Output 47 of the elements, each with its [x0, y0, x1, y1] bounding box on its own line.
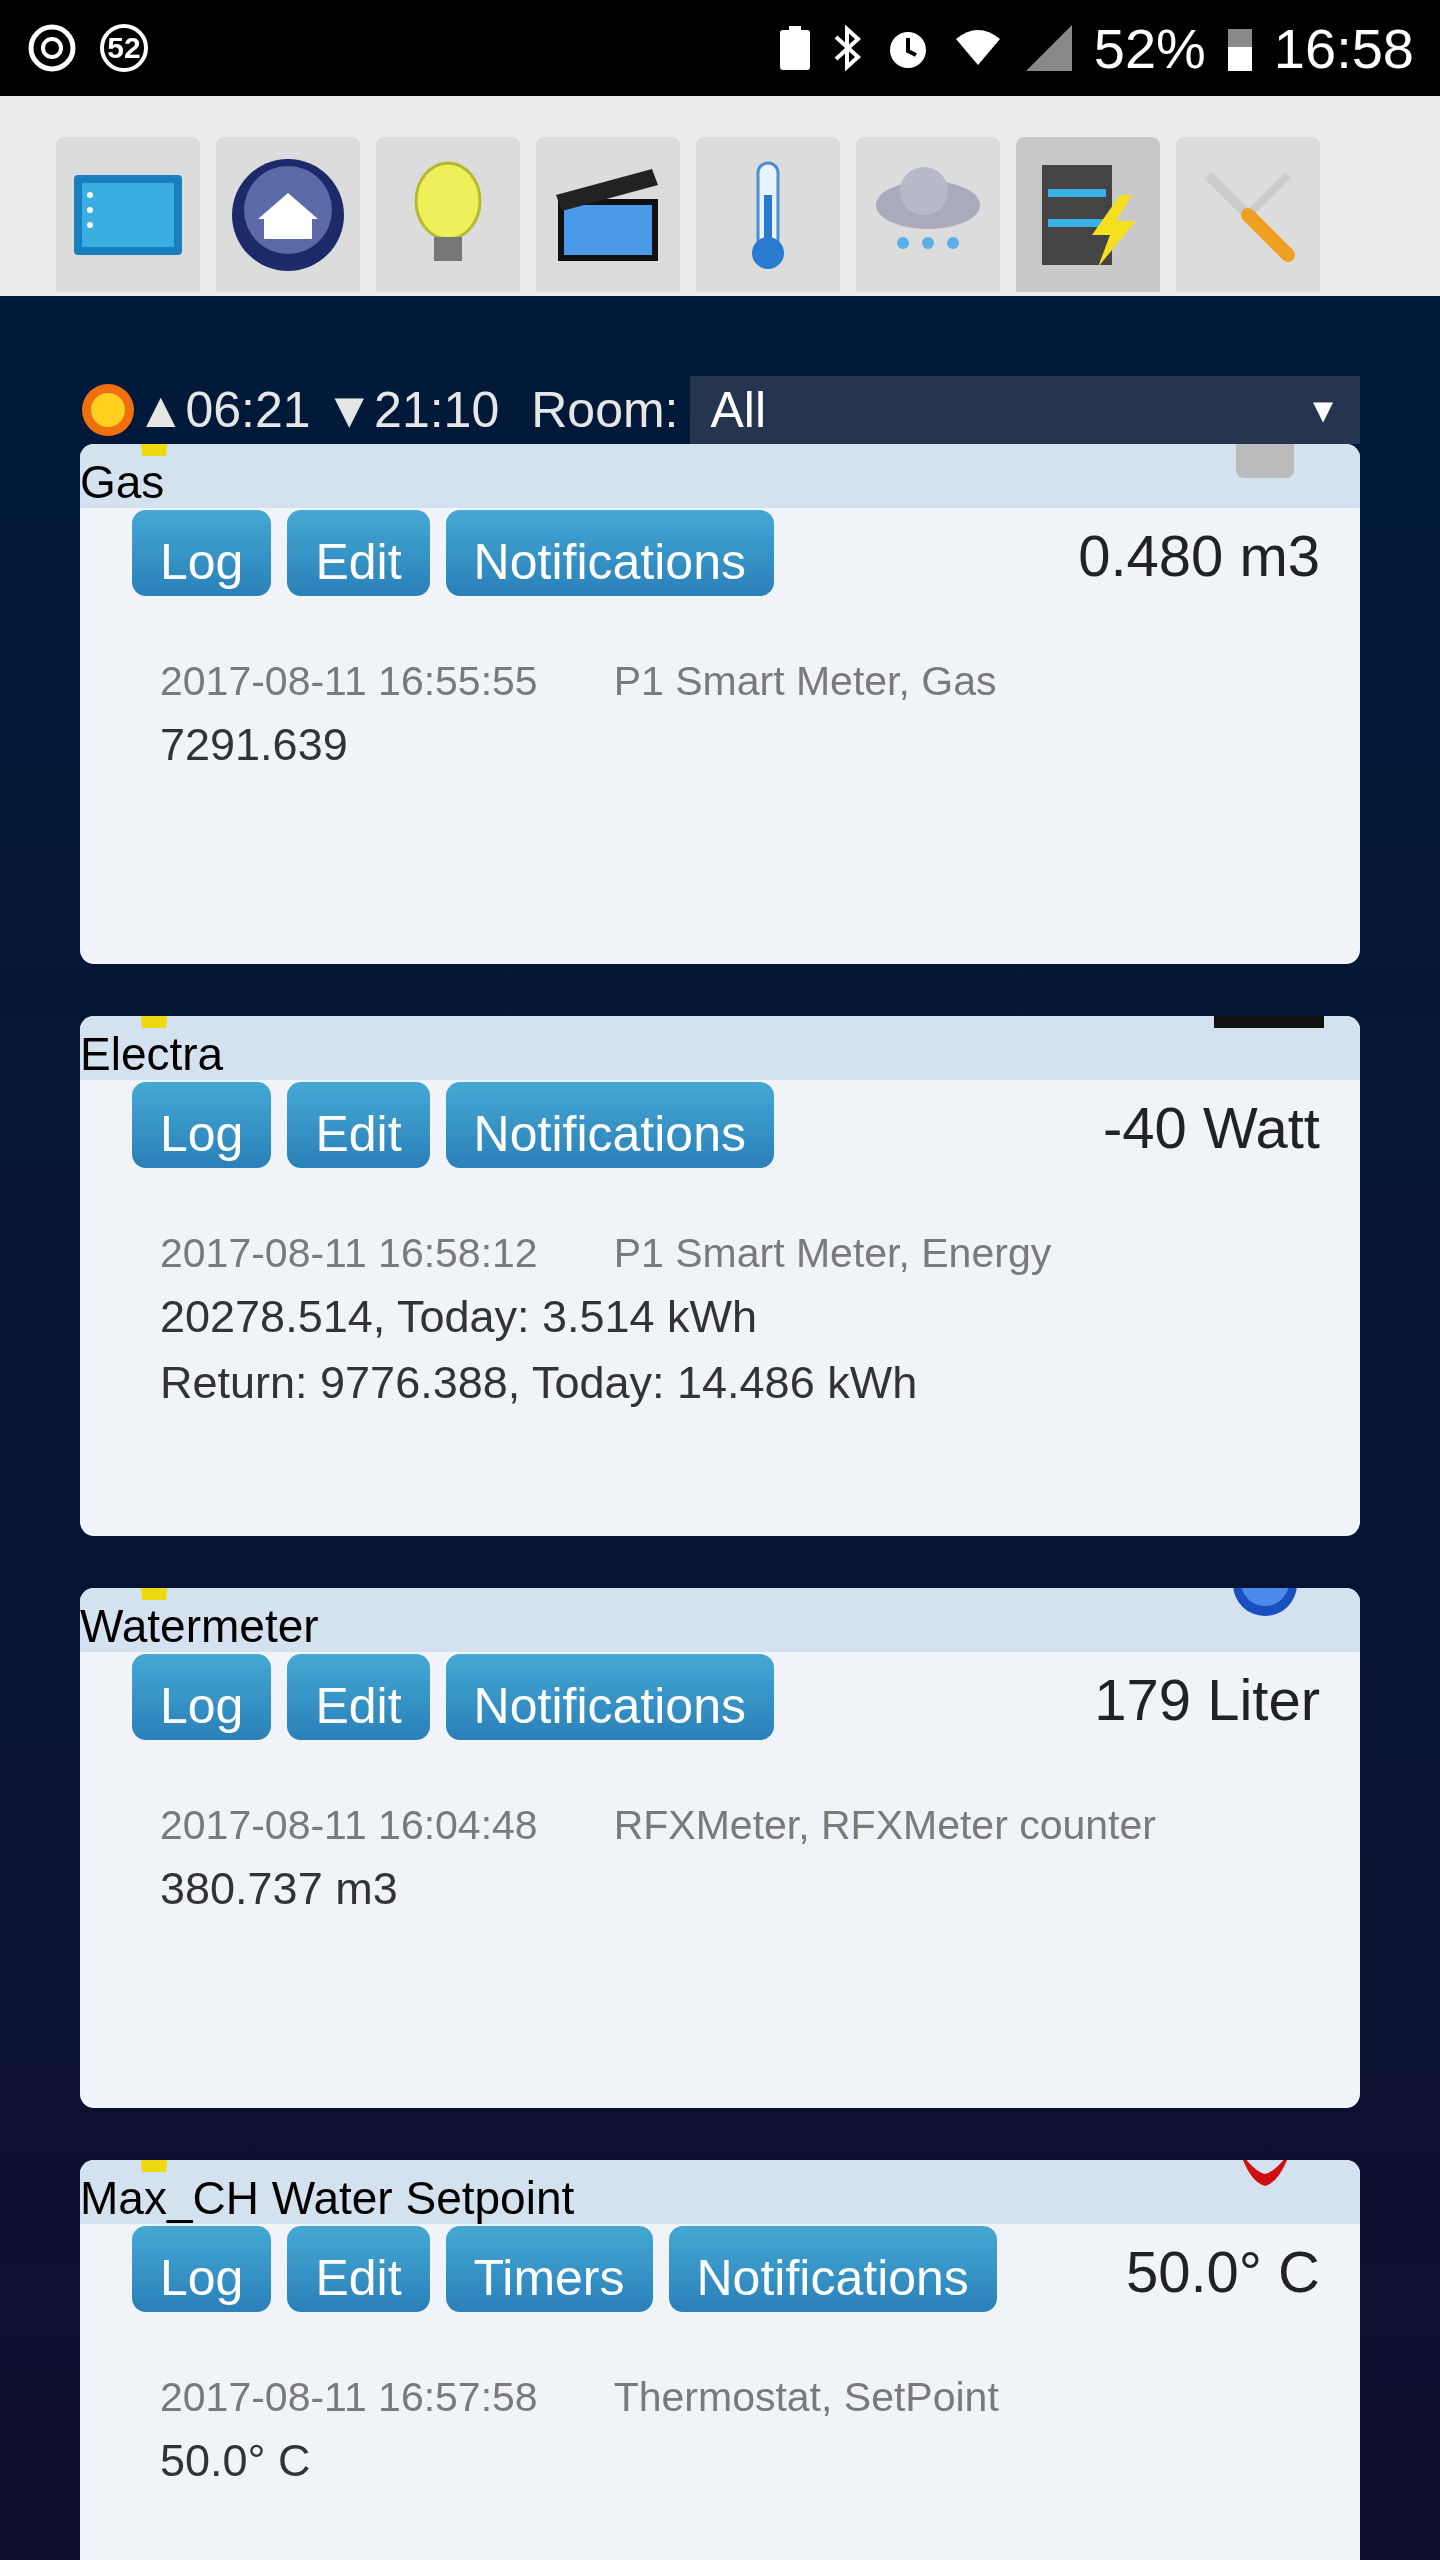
device-name: Max_CH Water Setpoint: [80, 2174, 575, 2222]
device-data: 7291.639: [159, 718, 349, 771]
last-update: 2017-08-11 16:57:58: [160, 2374, 538, 2421]
nav-tab[interactable]: [1016, 137, 1160, 292]
action-button[interactable]: Edit: [287, 510, 430, 596]
device-name: Electra: [80, 1030, 224, 1078]
nav-tab[interactable]: [536, 137, 680, 292]
last-update: 2017-08-11 16:55:55: [160, 658, 538, 705]
sunset-time: ▼21:10: [324, 381, 500, 439]
device-type: Thermostat, SetPoint: [613, 2374, 999, 2421]
device-data: 50.0° C: [159, 2434, 312, 2487]
sunrise-time: ▲06:21: [136, 381, 311, 439]
nav-tab[interactable]: [216, 137, 360, 292]
device-data: Return: 9776.388, Today: 14.486 kWh: [159, 1356, 919, 1409]
sync-icon: [26, 22, 78, 74]
clock: 16:58: [1273, 15, 1414, 81]
action-button[interactable]: Notifications: [445, 1654, 774, 1740]
last-update: 2017-08-11 16:58:12: [160, 1230, 538, 1277]
action-button[interactable]: Log: [132, 1082, 272, 1168]
device-type: P1 Smart Meter, Gas: [613, 658, 997, 705]
action-button[interactable]: Notifications: [445, 1082, 774, 1168]
device-name: Watermeter: [80, 1602, 319, 1650]
action-button[interactable]: Log: [132, 1654, 272, 1740]
device-value: 50.0° C: [1125, 2238, 1320, 2305]
device-data: 380.737 m3: [159, 1862, 399, 1915]
device-type: RFXMeter, RFXMeter counter: [613, 1802, 1156, 1849]
room-select[interactable]: All ▼: [690, 376, 1360, 444]
battery-saver-icon: [779, 26, 810, 70]
action-button[interactable]: Edit: [287, 2226, 430, 2312]
action-button[interactable]: Notifications: [668, 2226, 997, 2312]
device-value: 179 Liter: [1094, 1666, 1320, 1733]
device-value: -40 Watt: [1102, 1094, 1320, 1161]
device-type: P1 Smart Meter, Energy: [613, 1230, 1052, 1277]
device-name: Gas: [80, 458, 165, 506]
room-label: Room:: [531, 381, 679, 439]
battery-percent: 52%: [1093, 15, 1206, 81]
action-button[interactable]: Edit: [287, 1654, 430, 1740]
action-button[interactable]: Log: [132, 510, 272, 596]
action-button[interactable]: Notifications: [445, 510, 774, 596]
device-value: 0.480 m3: [1078, 522, 1320, 589]
last-update: 2017-08-11 16:04:48: [160, 1802, 538, 1849]
action-button[interactable]: Timers: [445, 2226, 653, 2312]
action-button[interactable]: Log: [132, 2226, 272, 2312]
device-data: 20278.514, Today: 3.514 kWh: [159, 1290, 759, 1343]
action-button[interactable]: Edit: [287, 1082, 430, 1168]
sun-icon: [80, 382, 136, 438]
notification-count: 52: [100, 24, 148, 72]
